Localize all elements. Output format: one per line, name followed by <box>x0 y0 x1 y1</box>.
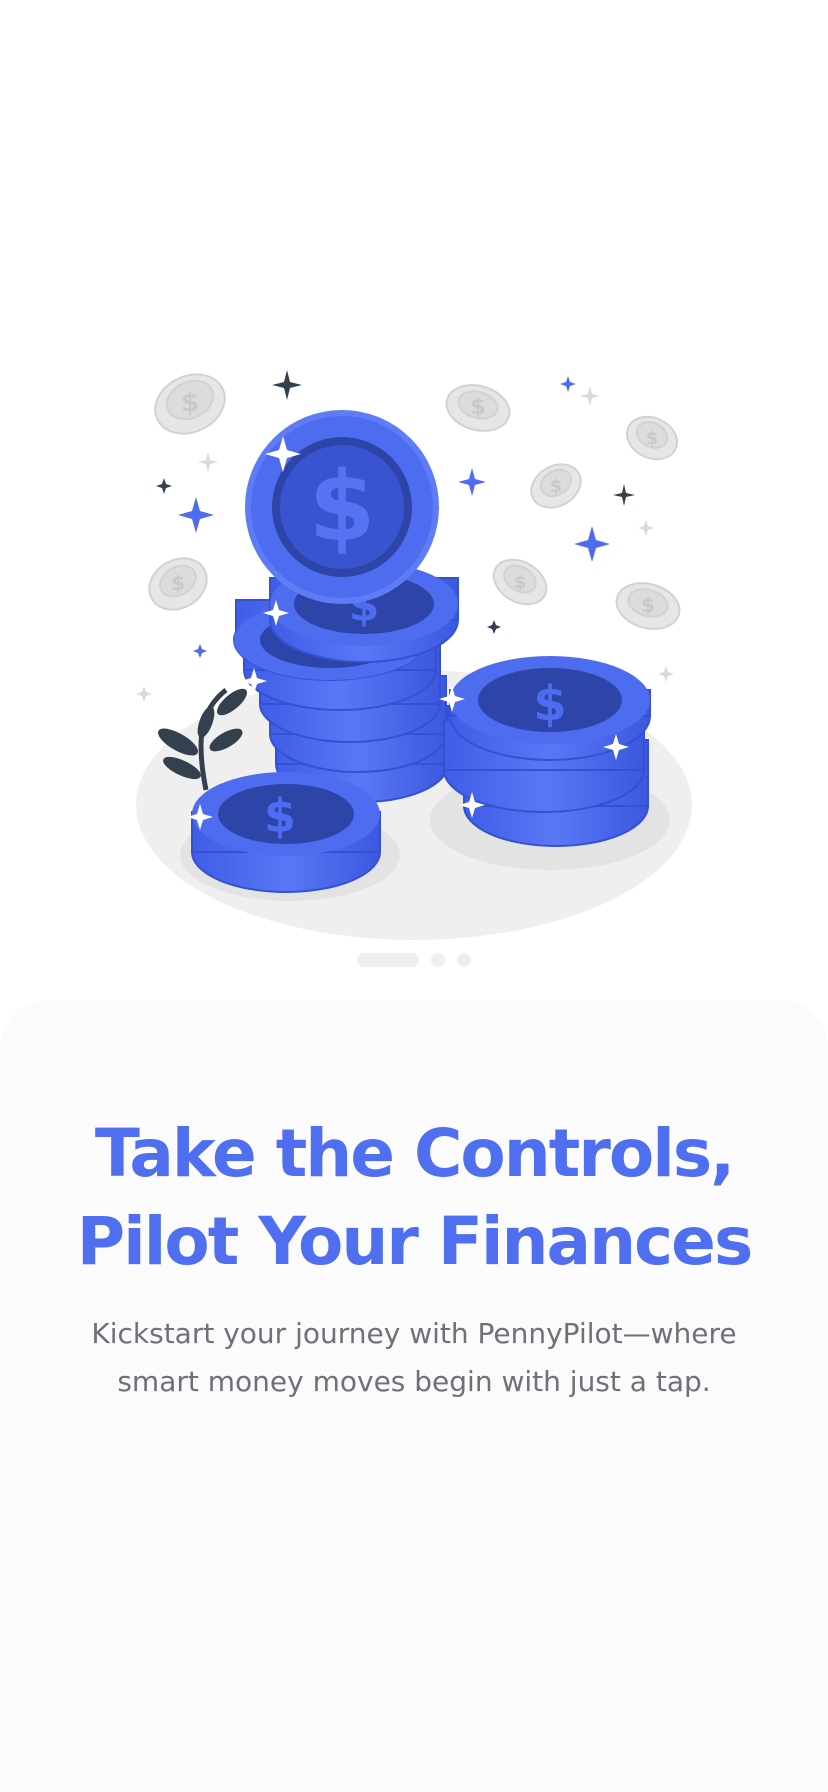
svg-text:$: $ <box>309 451 376 563</box>
hero-section: $ $ $ $ $ $ $ $ $ $ $ <box>0 0 828 1000</box>
page-dot <box>431 953 445 967</box>
page-dot-active <box>357 953 419 967</box>
page-dot <box>457 953 471 967</box>
svg-text:$: $ <box>646 428 659 449</box>
svg-text:$: $ <box>171 571 185 595</box>
coin-stack-right-icon: $ <box>443 656 651 847</box>
subtitle: Kickstart your journey with PennyPilot—w… <box>91 1317 737 1398</box>
svg-text:$: $ <box>550 476 563 497</box>
headline-line-1: Take the Controls, <box>94 1115 735 1192</box>
headline-line-2: Pilot Your Finances <box>76 1203 753 1280</box>
page-indicator <box>0 952 828 968</box>
svg-text:$: $ <box>264 789 296 843</box>
svg-text:$: $ <box>641 593 655 617</box>
dollar-coin-icon: $ <box>245 410 439 604</box>
coin-stacks-illustration: $ $ $ $ $ $ $ $ $ $ $ <box>136 370 692 940</box>
coin-front-icon: $ <box>187 772 381 893</box>
headline: Take the Controls, Pilot Your Finances <box>0 1110 828 1286</box>
svg-text:$: $ <box>181 388 199 418</box>
svg-text:$: $ <box>533 676 566 732</box>
svg-text:$: $ <box>470 395 485 420</box>
svg-text:$: $ <box>514 572 527 593</box>
